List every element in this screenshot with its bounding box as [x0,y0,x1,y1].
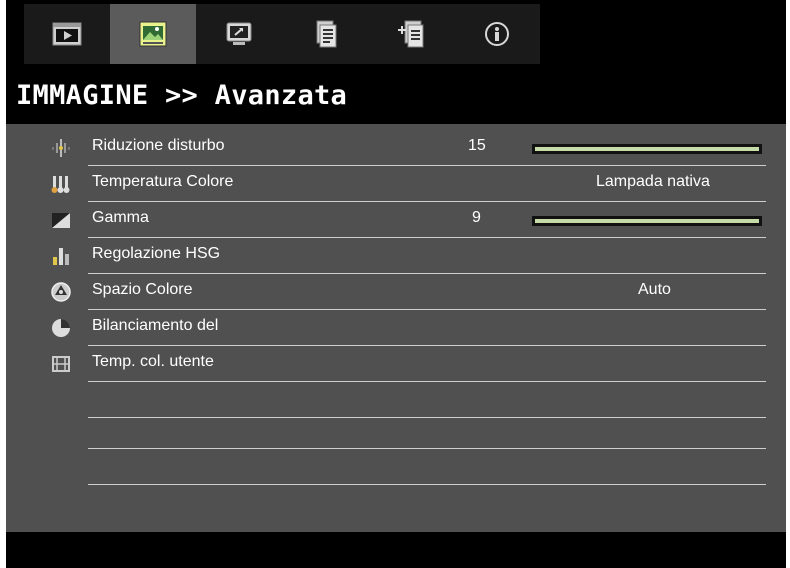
tab-info[interactable] [454,4,540,64]
menu-item-color-space[interactable]: Spazio Colore Auto [6,274,786,310]
menu-item-white-balance[interactable]: Bilanciamento del [6,310,786,346]
menu-item-label: Gamma [92,209,149,226]
picture-icon [139,21,167,47]
film-strip-icon [50,353,72,375]
menu-item-value: 15 [468,137,486,154]
tab-display[interactable] [196,4,282,64]
slider-fill [535,219,759,223]
play-screen-icon [52,22,82,46]
document-plus-icon [398,20,424,48]
menu-item-label: Temperatura Colore [92,173,234,190]
footer-bar [6,532,786,568]
menu-item-noise-reduction[interactable]: Riduzione disturbo 15 [6,130,786,166]
row-divider [88,381,766,382]
row-divider [88,484,766,485]
menu-item-label: Riduzione disturbo [92,137,225,154]
tab-image[interactable] [110,4,196,64]
white-balance-icon [50,317,72,339]
noise-reduction-slider[interactable] [532,144,762,154]
menu-item-label: Bilanciamento del [92,317,219,334]
monitor-icon [226,22,252,45]
menu-item-color-temperature[interactable]: Temperatura Colore Lampada nativa [6,166,786,202]
menu-item-value: 9 [472,209,481,226]
menu-panel: Riduzione disturbo 15 Temperatura Colore [6,124,786,532]
menu-item-label: Spazio Colore [92,281,193,298]
menu-item-label: Temp. col. utente [92,353,214,370]
document-icon [316,20,337,48]
tab-options[interactable] [368,4,454,64]
page-title: IMMAGINE >> Avanzata [16,80,348,111]
menu-item-label: Regolazione HSG [92,245,221,262]
row-divider [88,417,766,418]
gamma-slider[interactable] [532,216,762,226]
hsg-bars-icon [50,245,72,267]
color-space-icon [50,281,72,303]
row-divider [88,448,766,449]
menu-item-hsg-adjustment[interactable]: Regolazione HSG [6,238,786,274]
menu-item-value: Auto [638,281,671,298]
projector-osd: IMMAGINE >> Avanzata Riduzione disturbo … [6,0,786,568]
slider-fill [535,147,759,151]
tab-setup[interactable] [282,4,368,64]
tab-image-playback[interactable] [24,4,110,64]
gamma-icon [50,209,72,231]
menu-item-user-color-temp[interactable]: Temp. col. utente [6,346,786,382]
color-temperature-icon [50,173,72,195]
info-icon [485,22,509,46]
menu-item-value: Lampada nativa [596,173,710,190]
header: IMMAGINE >> Avanzata [6,68,786,124]
noise-reduction-icon [50,137,72,159]
tab-bar [6,0,786,68]
menu-item-gamma[interactable]: Gamma 9 [6,202,786,238]
